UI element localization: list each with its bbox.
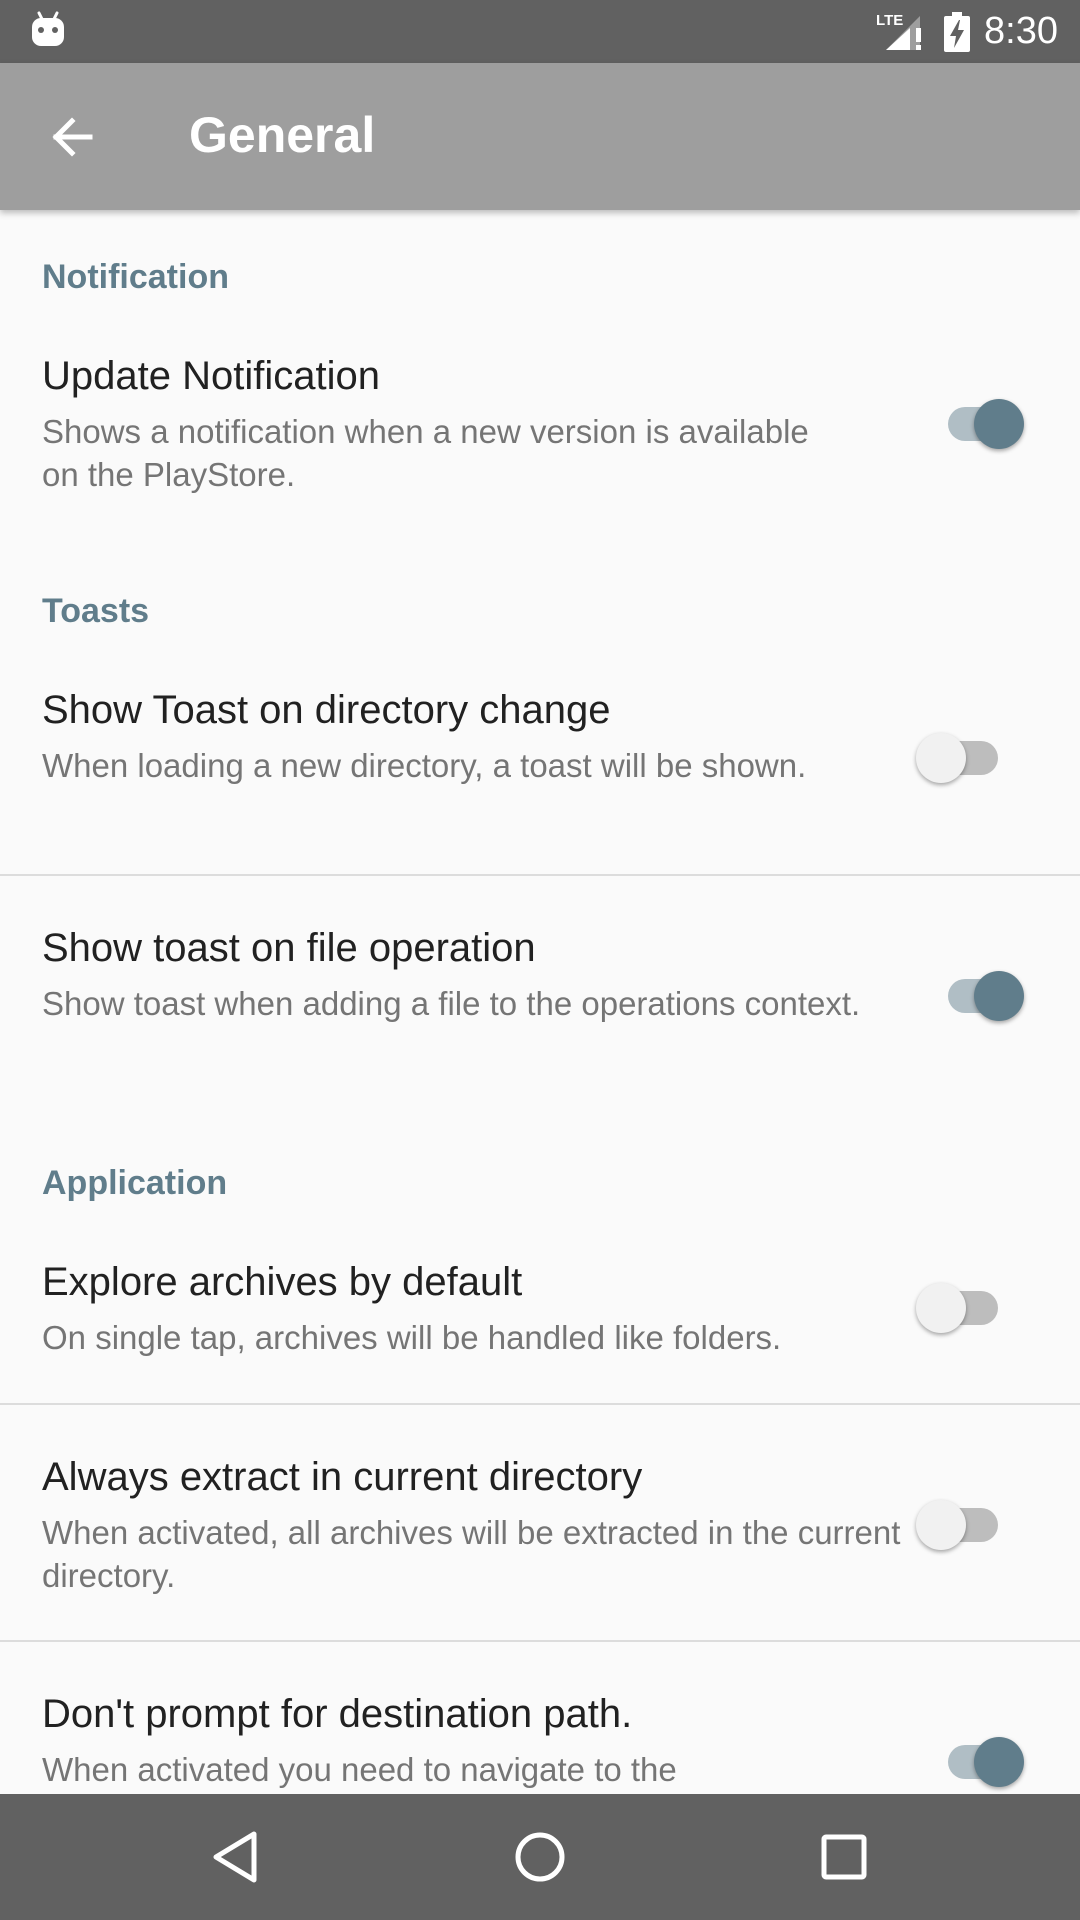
nav-recents-button[interactable] [814, 1827, 874, 1887]
home-circle-icon [515, 1832, 565, 1882]
explore-archives-switch[interactable] [914, 1277, 1004, 1337]
pref-title: Don't prompt for destination path. [42, 1692, 633, 1736]
pref-summary: Shows a notification when a new version … [42, 413, 809, 493]
page-title: General [189, 107, 376, 163]
pref-summary: When activated, all archives will be ext… [42, 1514, 901, 1594]
pref-summary: On single tap, archives will be handled … [42, 1319, 782, 1356]
nav-back-button[interactable] [205, 1827, 265, 1887]
switch-thumb [974, 971, 1024, 1021]
pref-title: Show Toast on directory change [42, 688, 611, 732]
dont-prompt-destination-switch[interactable] [936, 1731, 1026, 1791]
recents-square-icon [821, 1834, 867, 1880]
toast-file-operation-switch[interactable] [936, 965, 1026, 1025]
switch-thumb [916, 1500, 966, 1550]
pref-summary: Show toast when adding a file to the ope… [42, 985, 861, 1022]
category-application: Application [42, 1164, 228, 1202]
back-triangle-icon [213, 1831, 257, 1883]
pref-summary: When loading a new directory, a toast wi… [42, 747, 807, 784]
toast-directory-change-switch[interactable] [914, 727, 1004, 787]
category-toasts: Toasts [42, 592, 150, 630]
status-time: 8:30 [984, 10, 1058, 52]
navigation-bar [0, 1794, 1080, 1920]
switch-thumb [974, 1737, 1024, 1787]
android-icon [32, 11, 64, 46]
status-bar: LTE 8:30 [0, 0, 1080, 63]
switch-thumb [916, 733, 966, 783]
app-bar: General [0, 63, 1080, 210]
nav-home-button[interactable] [510, 1827, 570, 1887]
pref-title: Always extract in current directory [42, 1455, 643, 1499]
pref-title: Show toast on file operation [42, 926, 536, 970]
update-notification-switch[interactable] [936, 393, 1026, 453]
category-notification: Notification [42, 258, 229, 296]
divider [0, 874, 1080, 876]
divider [0, 1640, 1080, 1642]
signal-lte-icon: LTE [876, 10, 926, 54]
switch-thumb [974, 399, 1024, 449]
preferences-list: Notification Update Notification Shows a… [0, 210, 1080, 1794]
back-button[interactable] [40, 105, 104, 169]
pref-summary: When activated you need to navigate to t… [42, 1751, 677, 1788]
switch-thumb [916, 1283, 966, 1333]
pref-title: Update Notification [42, 354, 380, 398]
battery-charging-icon [944, 11, 971, 52]
extract-current-directory-switch[interactable] [914, 1494, 1004, 1554]
arrow-back-icon [52, 117, 93, 157]
pref-title: Explore archives by default [42, 1260, 523, 1304]
divider [0, 1403, 1080, 1405]
